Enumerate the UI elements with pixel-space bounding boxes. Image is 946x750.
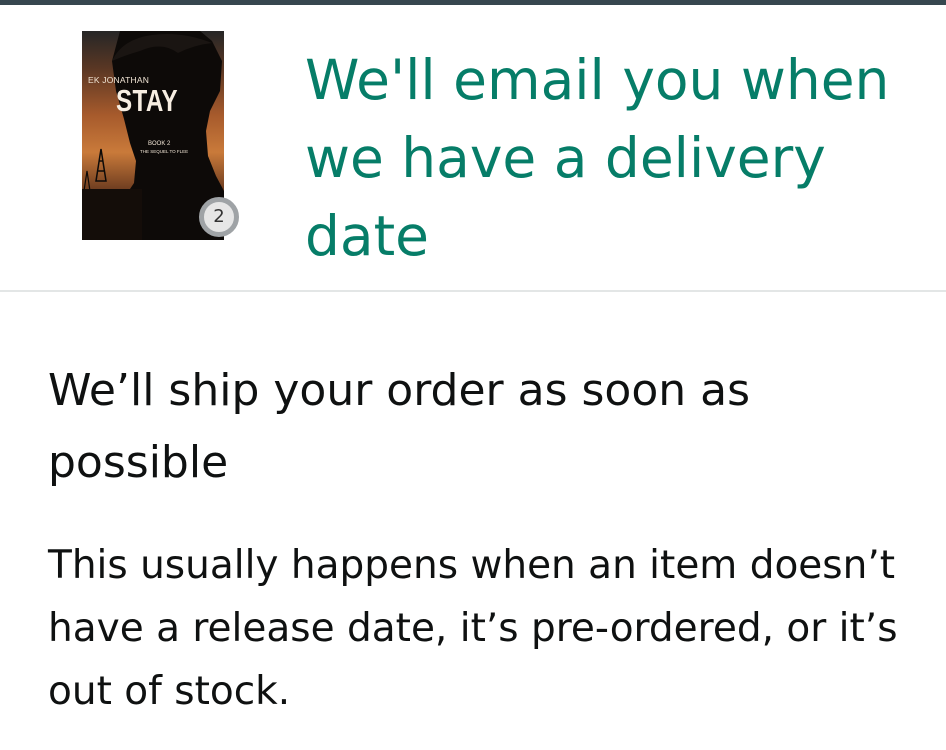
shipping-explanation: This usually happens when an item doesn’… [48, 543, 898, 714]
quantity-badge: 2 [199, 197, 239, 237]
cover-title: STAY [116, 83, 179, 118]
order-item-card[interactable]: EK JONATHAN STAY BOOK 2 THE SEQUEL TO FL… [0, 5, 946, 290]
product-image-container[interactable]: EK JONATHAN STAY BOOK 2 THE SEQUEL TO FL… [82, 31, 239, 240]
cover-sequel-line: THE SEQUEL TO FLEE [140, 149, 189, 154]
delivery-status-heading: We'll email you when we have a delivery … [305, 48, 890, 268]
cover-book-number: BOOK 2 [148, 141, 171, 147]
shipping-heading: We’ll ship your order as soon as possibl… [48, 365, 751, 488]
section-divider [0, 290, 946, 292]
